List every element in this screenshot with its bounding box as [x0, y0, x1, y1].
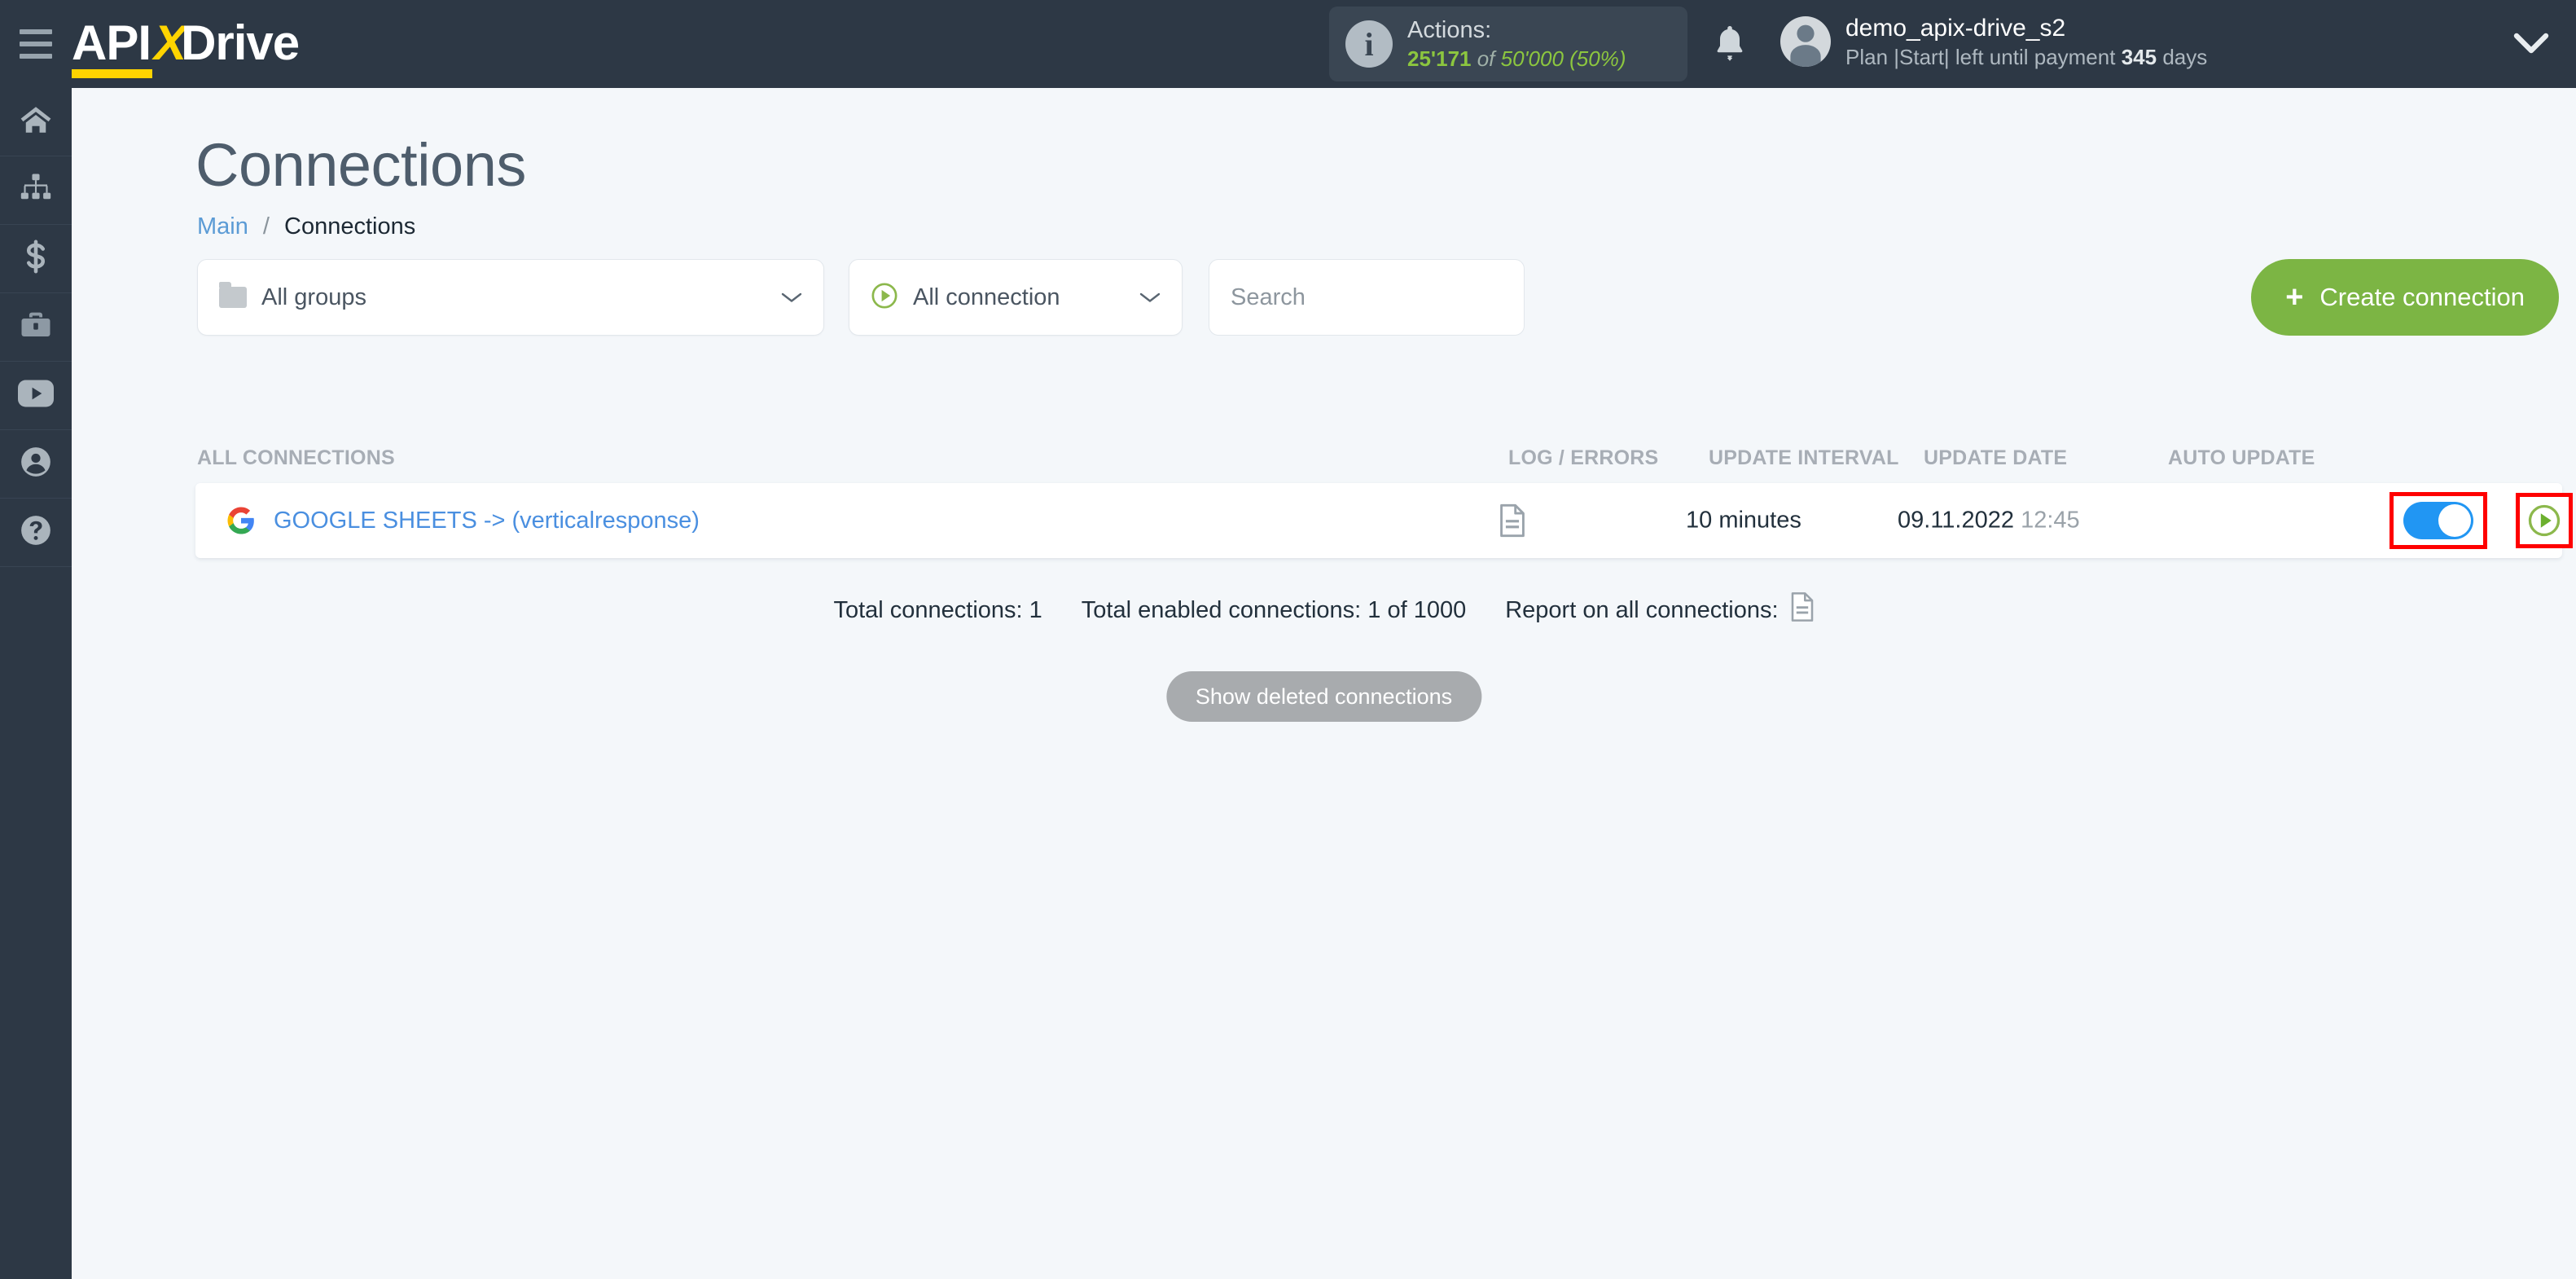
- user-plan: Plan |Start| left until payment 345 days: [1845, 44, 2207, 71]
- user-info-text: demo_apix-drive_s2 Plan |Start| left unt…: [1845, 13, 2207, 71]
- user-plan-prefix: Plan |Start| left until payment: [1845, 44, 2116, 69]
- run-now-highlight: [2516, 493, 2573, 548]
- update-interval-cell: 10 minutes: [1686, 507, 1801, 534]
- create-connection-label: Create connection: [2319, 283, 2525, 311]
- log-errors-cell[interactable]: [1499, 503, 1526, 538]
- hamburger-line: [20, 29, 52, 34]
- user-avatar-icon: [1780, 16, 1831, 68]
- connection-filter-value: All connection: [913, 283, 1060, 310]
- auto-update-toggle[interactable]: [2403, 502, 2473, 539]
- connection-name-link[interactable]: GOOGLE SHEETS -> (verticalresponse): [226, 506, 700, 535]
- chevron-down-icon[interactable]: [2513, 31, 2549, 59]
- breadcrumb-separator: /: [262, 213, 270, 240]
- actions-of: of: [1477, 46, 1495, 71]
- breadcrumb-current: Connections: [284, 213, 416, 240]
- apixdrive-logo[interactable]: API X Drive: [72, 15, 300, 78]
- youtube-icon: [18, 380, 54, 411]
- top-header-bar: API X Drive i Actions: 25'171 of 50'000 (5…: [0, 0, 2576, 88]
- column-header-log-errors: LOG / ERRORS: [1508, 446, 1659, 469]
- actions-label: Actions:: [1407, 16, 1492, 43]
- sidebar-item-connections[interactable]: [0, 156, 72, 225]
- actions-value: 25'171 of 50'000 (50%): [1407, 46, 1626, 72]
- chevron-down-icon: [1139, 292, 1161, 303]
- breadcrumb: Main / Connections: [197, 213, 415, 240]
- create-connection-button[interactable]: + Create connection: [2251, 259, 2559, 336]
- info-icon: i: [1345, 20, 1393, 68]
- total-connections: Total connections: 1: [833, 596, 1042, 623]
- user-name: demo_apix-drive_s2: [1845, 15, 2066, 42]
- folder-icon: [219, 282, 247, 308]
- dollar-icon: [19, 240, 53, 278]
- total-enabled-connections: Total enabled connections: 1 of 1000: [1081, 596, 1467, 623]
- briefcase-icon: [19, 308, 53, 346]
- groups-filter-value: All groups: [261, 283, 366, 310]
- update-time-value: 12:45: [2021, 507, 2080, 534]
- help-question-icon: [19, 513, 53, 552]
- actions-total: 50'000: [1500, 46, 1564, 71]
- page-title: Connections: [195, 131, 526, 199]
- document-icon[interactable]: [1790, 591, 1815, 629]
- user-account-block[interactable]: demo_apix-drive_s2 Plan |Start| left unt…: [1780, 13, 2207, 71]
- play-circle-icon: [871, 282, 898, 314]
- sidebar-item-home[interactable]: [0, 88, 72, 156]
- play-circle-icon[interactable]: [2527, 503, 2561, 538]
- sidebar-item-help[interactable]: [0, 499, 72, 567]
- document-icon: [1499, 503, 1526, 538]
- logo-api-text: API: [72, 15, 153, 78]
- user-plan-days: 345: [2121, 44, 2157, 69]
- connection-title: GOOGLE SHEETS -> (verticalresponse): [274, 507, 700, 534]
- breadcrumb-main-link[interactable]: Main: [197, 213, 248, 240]
- column-header-update-interval: UPDATE INTERVAL: [1709, 446, 1899, 469]
- show-deleted-connections-button[interactable]: Show deleted connections: [1165, 671, 1482, 722]
- left-sidebar: [0, 88, 72, 1279]
- table-header-row: ALL CONNECTIONS LOG / ERRORS UPDATE INTE…: [197, 446, 2559, 476]
- sidebar-item-account[interactable]: [0, 430, 72, 499]
- auto-update-toggle-highlight: [2389, 492, 2487, 549]
- account-icon: [19, 445, 53, 483]
- actions-quota-box[interactable]: i Actions: 25'171 of 50'000 (50%): [1329, 7, 1687, 81]
- main-content: Connections Main / Connections All group…: [72, 88, 2576, 1279]
- hamburger-menu-icon[interactable]: [0, 0, 72, 88]
- report-on-all-connections[interactable]: Report on all connections:: [1505, 591, 1814, 629]
- user-plan-suffix: days: [2162, 44, 2208, 69]
- sidebar-item-business[interactable]: [0, 293, 72, 362]
- column-header-update-date: UPDATE DATE: [1924, 446, 2068, 469]
- update-date-cell: 09.11.2022 12:45: [1898, 508, 2080, 534]
- actions-quota-text: Actions: 25'171 of 50'000 (50%): [1407, 16, 1626, 72]
- chevron-down-icon: [781, 292, 802, 303]
- connections-sitemap-icon: [19, 171, 53, 209]
- sidebar-item-billing[interactable]: [0, 225, 72, 293]
- notification-bell-icon[interactable]: [1710, 23, 1749, 65]
- actions-percent: (50%): [1569, 46, 1626, 71]
- google-icon: [226, 506, 256, 535]
- hamburger-line: [20, 54, 52, 59]
- groups-filter-select[interactable]: All groups: [197, 259, 824, 336]
- filter-bar: All groups All connection Search + Creat…: [197, 259, 2559, 336]
- table-row[interactable]: GOOGLE SHEETS -> (verticalresponse) 10 m…: [195, 483, 2573, 558]
- logo-drive-text: Drive: [181, 15, 300, 70]
- column-header-all-connections: ALL CONNECTIONS: [197, 446, 395, 469]
- sidebar-item-video[interactable]: [0, 362, 72, 430]
- actions-used: 25'171: [1407, 46, 1472, 71]
- hamburger-line: [20, 42, 52, 46]
- report-label: Report on all connections:: [1505, 596, 1779, 623]
- column-header-auto-update: AUTO UPDATE: [2168, 446, 2315, 469]
- connection-filter-select[interactable]: All connection: [849, 259, 1183, 336]
- totals-bar: Total connections: 1 Total enabled conne…: [72, 591, 2576, 629]
- home-icon: [19, 103, 53, 141]
- plus-icon: +: [2285, 280, 2304, 314]
- update-date-value: 09.11.2022: [1898, 507, 2014, 534]
- search-input[interactable]: [1209, 259, 1525, 336]
